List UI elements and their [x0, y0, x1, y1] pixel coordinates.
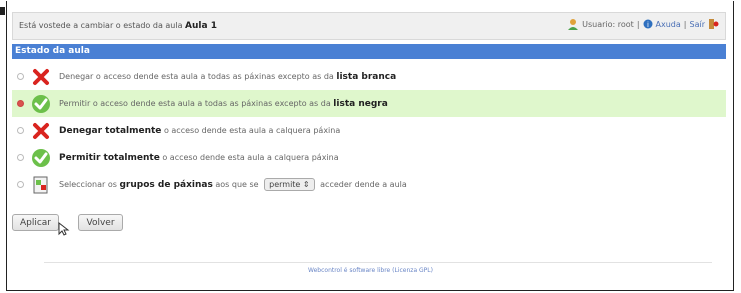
option-allow-all[interactable]: Permitir totalmente o acceso dende esta … [12, 144, 726, 171]
help-icon[interactable]: i [643, 19, 653, 29]
red-x-icon [31, 121, 51, 141]
option-text-bold: lista branca [336, 71, 397, 82]
option-label: Denegar o acceso dende esta aula a todas… [59, 72, 396, 82]
option-text-bold: Permitir totalmente [59, 152, 160, 163]
logout-link[interactable]: Saír [690, 20, 706, 29]
option-text-bold: Denegar totalmente [59, 125, 162, 136]
user-label: Usuario: root [582, 19, 634, 29]
radio-allow-all[interactable] [17, 154, 24, 161]
status-message-text: Está vostede a cambiar o estado da aula [19, 21, 183, 30]
top-bar: Está vostede a cambiar o estado da aula … [12, 12, 726, 40]
option-text-before: Permitir o acceso dende esta aula a toda… [59, 98, 331, 108]
red-x-icon [31, 67, 51, 87]
footer-divider [44, 262, 712, 263]
mouse-cursor-icon [58, 222, 70, 236]
apply-button[interactable]: Aplicar [12, 214, 59, 231]
option-allow-blacklist[interactable]: Permitir o acceso dende esta aula a toda… [12, 90, 726, 117]
separator: | [636, 19, 640, 29]
separator: | [683, 19, 687, 29]
user-icon [568, 19, 579, 30]
back-button[interactable]: Volver [78, 214, 123, 231]
green-check-icon [31, 94, 51, 114]
logout-icon[interactable] [708, 18, 719, 30]
user-menu: Usuario: root | i Axuda | Saír [567, 18, 719, 30]
select-arrows-icon: ⇕ [302, 180, 310, 189]
section-title: Estado da aula [12, 44, 726, 59]
option-deny-whitelist[interactable]: Denegar o acceso dende esta aula a todas… [12, 63, 726, 90]
classroom-name: Aula 1 [185, 21, 217, 31]
footer-text: Webcontrol é software libre (Licenza GPL… [308, 267, 433, 274]
option-deny-all[interactable]: Denegar totalmente o acceso dende esta a… [12, 117, 726, 144]
option-text-mid: aos que se [215, 180, 259, 189]
radio-deny-whitelist[interactable] [17, 73, 24, 80]
help-link[interactable]: Axuda [656, 20, 681, 29]
option-label: Permitir totalmente o acceso dende esta … [59, 153, 339, 163]
radio-allow-blacklist[interactable] [17, 100, 24, 107]
option-text-before: Seleccionar os [59, 180, 117, 189]
option-label: Seleccionar os grupos de páxinas aos que… [59, 178, 407, 191]
option-page-groups[interactable]: Seleccionar os grupos de páxinas aos que… [12, 171, 726, 198]
svg-text:i: i [647, 21, 649, 29]
option-text-before: Denegar o acceso dende esta aula a todas… [59, 71, 334, 81]
option-text-bold: grupos de páxinas [119, 180, 213, 190]
permission-select[interactable]: permite ⇕ [264, 178, 315, 191]
radio-page-groups[interactable] [17, 181, 24, 188]
page-groups-icon [31, 175, 51, 195]
option-text-after: acceder dende a aula [320, 180, 407, 189]
green-check-icon [31, 148, 51, 168]
option-label: Permitir o acceso dende esta aula a toda… [59, 99, 388, 109]
option-label: Denegar totalmente o acceso dende esta a… [59, 126, 340, 136]
status-message: Está vostede a cambiar o estado da aula … [19, 21, 217, 31]
permission-select-value: permite [269, 180, 301, 189]
radio-deny-all[interactable] [17, 127, 24, 134]
option-text-bold: lista negra [333, 98, 388, 109]
option-text-after: o acceso dende esta aula a calquera páxi… [163, 125, 341, 135]
edge-marker [0, 7, 5, 15]
option-text-after: o acceso dende esta aula a calquera páxi… [162, 152, 339, 162]
